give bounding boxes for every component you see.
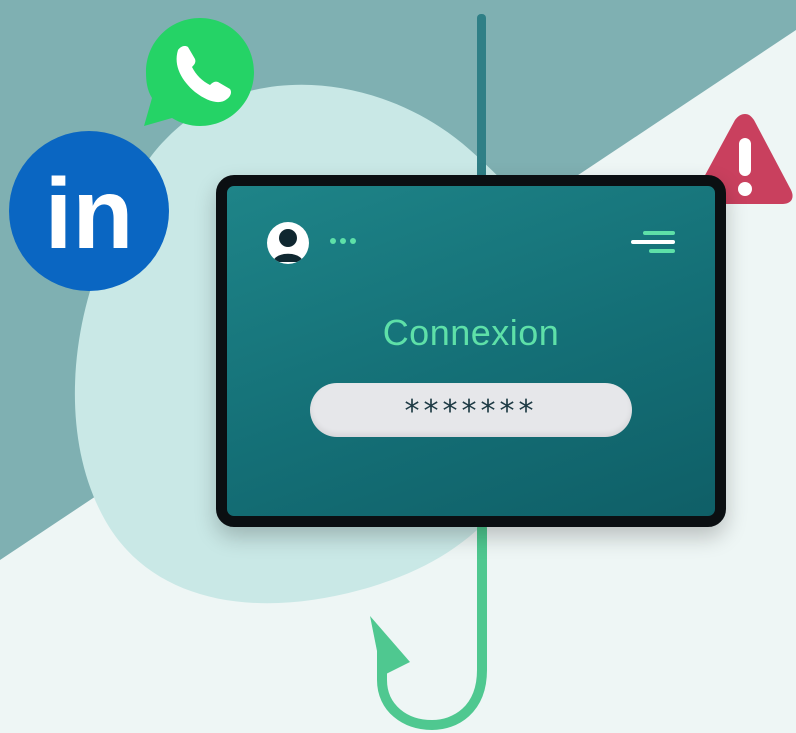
user-avatar-icon[interactable] [267, 222, 309, 264]
login-screen-tablet: Connexion ******* [216, 175, 726, 527]
more-dots-icon[interactable] [328, 231, 358, 251]
linkedin-logo-text: in [45, 158, 134, 270]
login-title: Connexion [382, 312, 560, 353]
fishing-hook-icon [370, 523, 487, 731]
whatsapp-icon[interactable] [140, 14, 260, 130]
menu-icon[interactable] [629, 230, 677, 254]
linkedin-icon[interactable]: in [8, 130, 170, 292]
fishing-line [477, 14, 486, 179]
password-field[interactable]: ******* [310, 383, 632, 437]
